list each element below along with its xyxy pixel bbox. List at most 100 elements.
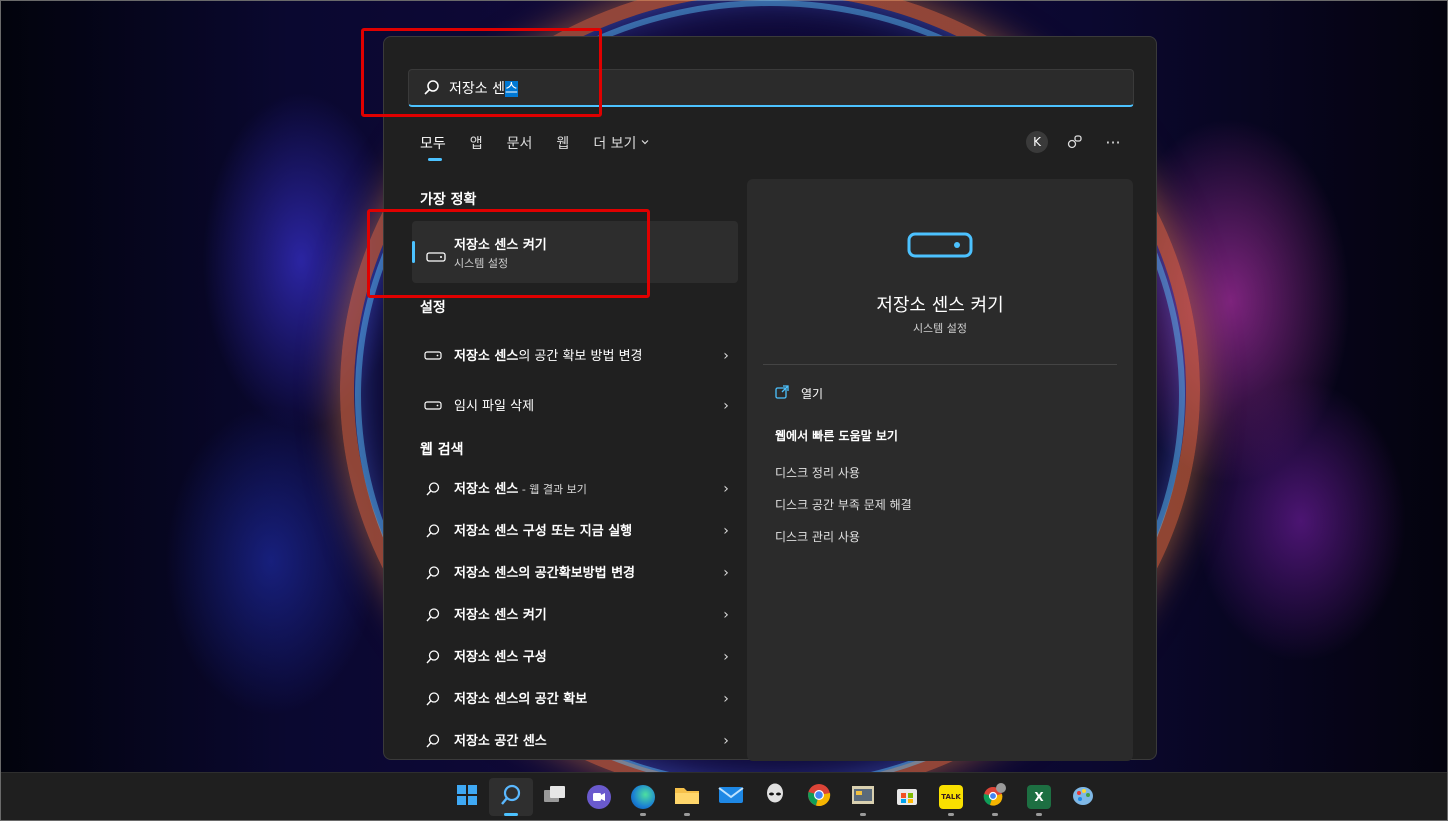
account-avatar[interactable]: K <box>1026 131 1048 153</box>
web-result-item[interactable]: 저장소 공간 센스 › <box>412 721 738 761</box>
chrome-profile-icon <box>982 782 1008 812</box>
tab-more-label: 더 보기 <box>593 136 637 152</box>
paint-palette-icon <box>1071 783 1095 811</box>
help-link-disk-cleanup[interactable]: 디스크 정리 사용 <box>775 464 860 481</box>
chevron-right-icon: › <box>723 481 729 497</box>
alien-head-icon <box>766 783 784 811</box>
chrome-profile-button[interactable] <box>973 778 1017 816</box>
tab-more[interactable]: 더 보기 <box>593 133 650 161</box>
chevron-right-icon: › <box>723 733 729 749</box>
search-filter-tabs: 모두 앱 문서 웹 더 보기 <box>420 133 674 161</box>
divider <box>763 364 1117 365</box>
chat-button[interactable] <box>577 778 621 816</box>
kakaotalk-button[interactable]: TALK <box>929 778 973 816</box>
search-icon <box>418 523 448 539</box>
search-icon <box>418 565 448 581</box>
web-result-item[interactable]: 저장소 센스 구성 › <box>412 637 738 677</box>
web-result-label: 저장소 센스 구성 <box>454 649 547 665</box>
alienware-button[interactable] <box>753 778 797 816</box>
settings-item-change-space[interactable]: 저장소 센스의 공간 확보 방법 변경 › <box>412 335 738 377</box>
web-result-label: 저장소 센스 켜기 <box>454 607 547 623</box>
photo-viewer-button[interactable] <box>841 778 885 816</box>
chevron-right-icon: › <box>723 649 729 665</box>
storage-drive-icon <box>418 351 448 361</box>
edge-icon <box>631 785 655 809</box>
running-indicator <box>860 813 866 816</box>
paint-button[interactable] <box>1061 778 1105 816</box>
web-result-label: 저장소 센스 구성 또는 지금 실행 <box>454 523 633 539</box>
start-button[interactable] <box>445 778 489 816</box>
store-bag-icon <box>895 783 919 811</box>
search-icon <box>418 649 448 665</box>
detail-subtitle: 시스템 설정 <box>912 322 968 335</box>
open-label: 열기 <box>801 387 824 401</box>
task-view-button[interactable] <box>533 778 577 816</box>
highlight-search-box <box>361 28 602 117</box>
help-link-disk-management[interactable]: 디스크 관리 사용 <box>775 528 860 545</box>
web-help-heading: 웹에서 빠른 도움말 보기 <box>775 429 898 443</box>
running-indicator <box>948 813 954 816</box>
windows-logo-icon <box>456 784 478 810</box>
web-result-label: 저장소 센스의 공간 확보 <box>454 691 588 707</box>
chrome-icon <box>807 783 831 811</box>
help-link-low-space[interactable]: 디스크 공간 부족 문제 해결 <box>775 496 912 513</box>
mail-button[interactable] <box>709 778 753 816</box>
tab-all[interactable]: 모두 <box>420 133 446 161</box>
taskbar-apps: TALK X <box>445 778 1105 816</box>
highlight-best-match <box>367 209 650 298</box>
web-search-heading: 웹 검색 <box>420 442 464 458</box>
chevron-right-icon: › <box>723 565 729 581</box>
search-icon <box>418 691 448 707</box>
chevron-right-icon: › <box>723 607 729 623</box>
task-view-icon <box>543 784 567 810</box>
web-result-label: 저장소 센스의 공간확보방법 변경 <box>454 565 636 581</box>
search-icon <box>499 783 523 811</box>
tab-documents[interactable]: 문서 <box>507 133 533 161</box>
store-button[interactable] <box>885 778 929 816</box>
web-result-item[interactable]: 저장소 센스 구성 또는 지금 실행 › <box>412 511 738 551</box>
search-toolbar: K ··· <box>1026 131 1124 153</box>
chrome-button[interactable] <box>797 778 841 816</box>
chevron-down-icon <box>640 135 650 151</box>
search-icon <box>418 733 448 749</box>
more-options-icon[interactable]: ··· <box>1102 131 1124 153</box>
open-external-icon <box>775 385 789 402</box>
detail-title: 저장소 센스 켜기 <box>876 295 1004 316</box>
running-indicator <box>992 813 998 816</box>
running-indicator <box>1036 813 1042 816</box>
chevron-right-icon: › <box>723 523 729 539</box>
excel-button[interactable]: X <box>1017 778 1061 816</box>
web-result-item[interactable]: 저장소 센스 켜기 › <box>412 595 738 635</box>
web-result-item[interactable]: 저장소 센스의 공간 확보 › <box>412 679 738 719</box>
taskbar-search-button[interactable] <box>489 778 533 816</box>
web-result-item[interactable]: 저장소 센스의 공간확보방법 변경 › <box>412 553 738 593</box>
best-match-heading: 가장 정확 <box>420 192 477 208</box>
photo-viewer-icon <box>851 784 875 810</box>
tab-apps[interactable]: 앱 <box>470 133 483 161</box>
web-result-item[interactable]: 저장소 센스 - 웹 결과 보기 › <box>412 469 738 509</box>
folder-icon <box>674 784 700 810</box>
settings-item-label: 저장소 센스의 공간 확보 방법 변경 <box>454 348 643 364</box>
teams-chat-icon <box>587 785 611 809</box>
settings-item-delete-temp[interactable]: 임시 파일 삭제 › <box>412 386 738 426</box>
chevron-right-icon: › <box>723 691 729 707</box>
storage-drive-icon <box>907 231 973 263</box>
storage-drive-icon <box>418 401 448 411</box>
settings-heading: 설정 <box>420 300 446 316</box>
chevron-right-icon: › <box>723 398 729 414</box>
edge-button[interactable] <box>621 778 665 816</box>
settings-item-label: 임시 파일 삭제 <box>454 398 535 414</box>
web-result-label: 저장소 센스 - 웹 결과 보기 <box>454 481 587 497</box>
taskbar: TALK X <box>1 772 1447 820</box>
excel-icon: X <box>1027 785 1051 809</box>
file-explorer-button[interactable] <box>665 778 709 816</box>
detail-pane: 저장소 센스 켜기 시스템 설정 열기 웹에서 빠른 도움말 보기 디스크 정리… <box>747 179 1133 761</box>
running-indicator <box>684 813 690 816</box>
share-connect-icon[interactable] <box>1064 131 1086 153</box>
running-indicator <box>640 813 646 816</box>
web-result-label: 저장소 공간 센스 <box>454 733 547 749</box>
active-indicator <box>504 813 518 816</box>
tab-web[interactable]: 웹 <box>556 133 569 161</box>
search-panel: 저장소 센스 모두 앱 문서 웹 더 보기 K ··· 가장 정확 저장소 센스… <box>383 36 1157 761</box>
open-action[interactable]: 열기 <box>775 385 823 402</box>
